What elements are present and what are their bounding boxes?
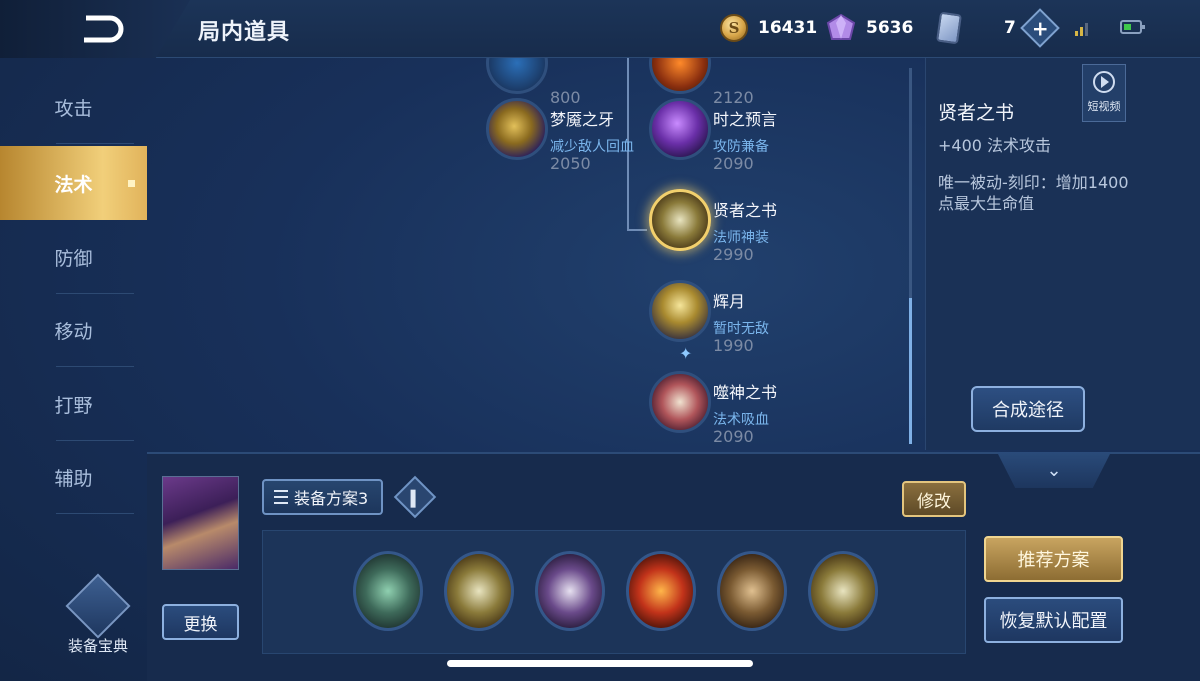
item-price: 2050 [550, 154, 591, 173]
pencil-icon [410, 489, 416, 508]
rune-shield-icon[interactable] [717, 551, 787, 631]
chevron-down-icon: ⌄ [1046, 459, 1062, 481]
orange-orb-icon [649, 58, 711, 94]
blue-staff-icon [486, 58, 548, 94]
ticket-counter: 7 + [936, 8, 1060, 48]
item-card[interactable]: 时之预言 攻防兼备 2090 [649, 98, 829, 182]
item-detail-panel: 短视频 贤者之书 +400 法术攻击 唯一被动-刻印：增加1400点最大生命值 … [925, 58, 1200, 450]
item-card-selected[interactable]: 贤者之书 法师神装 2990 [649, 189, 829, 273]
gold-coin-icon: S [720, 14, 748, 42]
plan-label: 装备方案3 [294, 489, 369, 508]
item-price: 2090 [713, 154, 754, 173]
prophecy-icon [649, 98, 711, 160]
compose-label: 合成途径 [992, 400, 1064, 421]
item-name: 梦魇之牙 [550, 110, 615, 129]
sidebar-item-label: 移动 [54, 320, 93, 343]
gem-value: 5636 [866, 18, 914, 38]
recommend-label: 推荐方案 [1017, 550, 1090, 571]
collapse-panel-button[interactable]: ⌄ [997, 452, 1111, 488]
video-label: 短视频 [1087, 100, 1121, 113]
sidebar-item-label: 防御 [54, 247, 93, 270]
equipment-codex-button[interactable]: 装备宝典 [58, 573, 138, 663]
item-desc: 法术吸血 [713, 412, 769, 428]
sidebar-item-attack[interactable]: 攻击 [0, 70, 147, 144]
sidebar-item-movement[interactable]: 移动 [0, 293, 147, 367]
reset-label: 恢复默认配置 [999, 611, 1108, 632]
item-desc: 暂时无敌 [713, 321, 769, 337]
loadout-plan-button[interactable]: 装备方案3 [262, 479, 383, 515]
plus-icon: + [1031, 15, 1049, 40]
page-title: 局内道具 [198, 20, 291, 45]
item-tree: 800 2120 梦魇之牙 减少敌人回血 2050 时之预言 攻防兼备 2090… [150, 58, 910, 450]
sage-book-icon[interactable] [444, 551, 514, 631]
add-ticket-button[interactable]: + [1020, 8, 1060, 48]
hero-portrait [162, 476, 239, 570]
moon-staff-icon [649, 280, 711, 342]
battery-icon [1120, 20, 1145, 34]
sage-book-icon [649, 189, 711, 251]
item-price: 1990 [713, 336, 754, 355]
item-price: 2990 [713, 245, 754, 264]
list-icon [274, 490, 288, 504]
item-desc: 法师神装 [713, 230, 769, 246]
sidebar-item-defense[interactable]: 防御 [0, 220, 147, 294]
item-desc: 减少敌人回血 [550, 139, 634, 155]
tree-connector [627, 229, 647, 231]
play-icon [1093, 71, 1115, 93]
item-card[interactable]: 噬神之书 法术吸血 2090 [649, 371, 829, 450]
item-name: 贤者之书 [713, 201, 778, 220]
item-card[interactable]: 梦魇之牙 减少敌人回血 2050 [486, 98, 666, 182]
gold-counter: S 16431 [720, 13, 817, 43]
item-price: 2090 [713, 427, 754, 446]
compose-path-button[interactable]: 合成途径 [971, 386, 1085, 432]
gem-icon [826, 14, 856, 40]
sage-book-icon[interactable] [808, 551, 878, 631]
codex-book-icon [65, 573, 131, 639]
upgrade-arrow-icon: ✦ [679, 344, 693, 363]
edit-label: 修改 [917, 491, 951, 512]
equipment-slots [262, 530, 966, 654]
category-sidebar: 攻击 法术 防御 移动 打野 辅助 [0, 70, 147, 600]
detail-passive: 唯一被动-刻印：增加1400点最大生命值 [938, 173, 1129, 213]
tree-scroll-thumb[interactable] [909, 298, 912, 444]
sidebar-item-label: 辅助 [54, 467, 93, 490]
fire-eye-orb-icon[interactable] [626, 551, 696, 631]
recommended-plan-button[interactable]: 推荐方案 [984, 536, 1123, 582]
item-name: 噬神之书 [713, 383, 778, 402]
sidebar-item-label: 攻击 [54, 97, 93, 120]
sidebar-item-support[interactable]: 辅助 [0, 440, 147, 514]
detail-title: 贤者之书 [938, 102, 1015, 124]
godeater-book-icon [649, 371, 711, 433]
gem-counter: 5636 [826, 13, 913, 43]
sidebar-item-label: 法术 [54, 173, 93, 196]
sidebar-item-label: 打野 [54, 394, 93, 417]
game-shop-screen: 局内道具 S 16431 5636 7 + 攻击 法术 防御 移动 打野 辅助 … [0, 0, 1200, 681]
nightmare-fang-icon [486, 98, 548, 160]
detail-stat: +400 法术攻击 [938, 136, 1052, 155]
back-arrow-icon[interactable] [80, 14, 124, 44]
restore-default-button[interactable]: 恢复默认配置 [984, 597, 1123, 643]
boots-icon[interactable] [353, 551, 423, 631]
item-name: 辉月 [713, 292, 746, 311]
ticket-value: 7 [1004, 18, 1016, 38]
short-video-button[interactable]: 短视频 [1082, 64, 1126, 122]
home-indicator[interactable] [447, 660, 753, 667]
edit-loadout-button[interactable]: 修改 [902, 481, 966, 517]
active-indicator [128, 180, 135, 187]
ticket-icon [936, 11, 962, 45]
item-name: 时之预言 [713, 110, 778, 129]
sidebar-item-jungle[interactable]: 打野 [0, 367, 147, 441]
swap-label: 更换 [183, 614, 218, 635]
swap-hero-button[interactable]: 更换 [162, 604, 239, 640]
gold-value: 16431 [758, 18, 818, 38]
item-desc: 攻防兼备 [713, 139, 769, 155]
skull-mask-icon[interactable] [535, 551, 605, 631]
top-bar: 局内道具 S 16431 5636 7 + [0, 0, 1200, 58]
sidebar-item-magic[interactable]: 法术 [0, 146, 147, 220]
item-card[interactable]: 辉月 暂时无敌 1990 [649, 280, 829, 364]
signal-icon [1075, 20, 1091, 36]
